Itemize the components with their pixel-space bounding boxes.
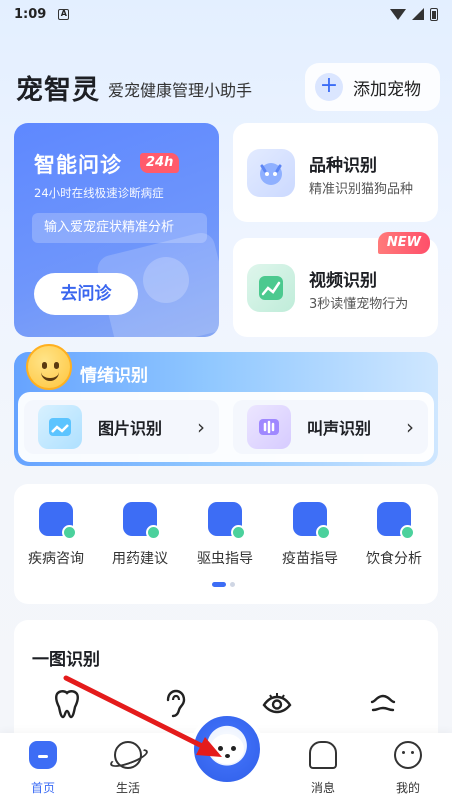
smiley-emoji-icon — [26, 344, 72, 390]
app-header: 宠智灵 爱宠健康管理小助手 + 添加宠物 — [16, 62, 440, 112]
dog-mascot-icon — [210, 734, 244, 764]
tool-medication[interactable]: 用药建议 — [98, 502, 182, 568]
consult-title: 智能问诊 — [34, 153, 122, 177]
ear-icon[interactable] — [157, 688, 191, 722]
emoji-mouth — [41, 372, 59, 381]
pill-calendar-icon — [123, 502, 161, 540]
app-title: 宠智灵 — [16, 74, 100, 106]
chat-plus-icon — [39, 502, 77, 540]
wifi-icon — [390, 8, 406, 20]
vaccine-house-icon — [293, 502, 331, 540]
image-recognition-label: 图片识别 — [98, 419, 163, 438]
pie-chart-illustration — [143, 257, 189, 303]
image-icon — [38, 405, 82, 449]
planet-icon — [114, 741, 142, 769]
page-dot-active — [212, 582, 226, 587]
video-subtitle: 3秒读懂宠物行为 — [309, 297, 409, 312]
emoji-eye-left — [42, 362, 47, 369]
image-recognition-button[interactable]: 图片识别 › — [24, 400, 219, 454]
signal-icon — [412, 8, 424, 20]
chevron-right-icon: › — [406, 415, 414, 439]
tool-label: 饮食分析 — [366, 551, 422, 567]
tooth-icon[interactable] — [50, 688, 84, 722]
page-dot — [230, 582, 235, 587]
tool-label: 驱虫指导 — [197, 551, 253, 567]
mascot-eye-right — [231, 746, 236, 751]
add-pet-button[interactable]: + 添加宠物 — [305, 63, 440, 111]
add-pet-label: 添加宠物 — [353, 79, 421, 100]
status-bar: 1:09 A — [0, 0, 452, 28]
bottle-icon — [208, 502, 246, 540]
chart-line-icon — [247, 264, 295, 312]
battery-icon — [430, 7, 438, 21]
status-time: 1:09 — [14, 6, 47, 22]
tool-diet[interactable]: 饮食分析 — [352, 502, 436, 568]
notification-icon: A — [58, 8, 70, 20]
new-badge: NEW — [377, 232, 430, 254]
tab-me[interactable]: 我的 — [378, 741, 438, 796]
tab-home[interactable]: 首页 — [13, 741, 73, 796]
emotion-title: 情绪识别 — [80, 366, 148, 386]
home-icon — [29, 741, 57, 769]
breed-title: 品种识别 — [309, 156, 377, 176]
video-recognition-card[interactable]: NEW 视频识别 3秒读懂宠物行为 — [233, 232, 438, 337]
plus-icon: + — [315, 73, 343, 101]
tab-home-label: 首页 — [30, 781, 55, 795]
status-icons — [390, 7, 438, 21]
mascot-nose — [225, 754, 230, 758]
skin-icon[interactable] — [366, 688, 400, 722]
breed-subtitle: 精准识别猫狗品种 — [309, 182, 414, 197]
consult-subtitle: 24小时在线极速诊断病症 — [34, 186, 164, 200]
mascot-eye-left — [218, 746, 223, 751]
sound-recognition-label: 叫声识别 — [307, 419, 372, 438]
chevron-right-icon: › — [197, 415, 205, 439]
go-consult-button[interactable]: 去问诊 — [34, 273, 138, 315]
emoji-eye-right — [54, 362, 59, 369]
tab-life[interactable]: 生活 — [98, 741, 158, 796]
tools-grid: 疾病咨询 用药建议 驱虫指导 疫苗指导 饮食分析 — [14, 484, 438, 604]
tool-label: 用药建议 — [112, 551, 168, 567]
page-indicator — [212, 582, 235, 587]
smart-consult-card[interactable]: 智能问诊 24h 24小时在线极速诊断病症 输入爱宠症状精准分析 去问诊 — [14, 123, 219, 337]
symptom-input-hint[interactable]: 输入爱宠症状精准分析 — [32, 213, 207, 243]
tool-label: 疾病咨询 — [28, 551, 84, 567]
one-pic-title: 一图识别 — [32, 650, 100, 670]
mascot-center-button[interactable] — [190, 712, 264, 786]
tool-disease-consult[interactable]: 疾病咨询 — [14, 502, 98, 568]
cat-face-icon — [247, 149, 295, 197]
tool-vaccine[interactable]: 疫苗指导 — [268, 502, 352, 568]
tab-messages-label: 消息 — [310, 781, 335, 795]
tool-label: 疫苗指导 — [282, 551, 338, 567]
video-title: 视频识别 — [309, 271, 377, 291]
eye-icon[interactable] — [260, 688, 294, 722]
diet-chart-icon — [377, 502, 415, 540]
breed-recognition-card[interactable]: 品种识别 精准识别猫狗品种 — [233, 123, 438, 222]
sound-recognition-button[interactable]: 叫声识别 › — [233, 400, 428, 454]
sound-wave-icon — [247, 405, 291, 449]
tab-messages[interactable]: 消息 — [293, 741, 353, 796]
24h-badge: 24h — [140, 153, 180, 173]
profile-face-icon — [394, 741, 422, 769]
bell-icon — [309, 741, 337, 769]
emotion-options: 图片识别 › 叫声识别 › — [18, 392, 434, 462]
tab-me-label: 我的 — [395, 781, 420, 795]
app-subtitle: 爱宠健康管理小助手 — [108, 81, 253, 100]
tool-deworming[interactable]: 驱虫指导 — [183, 502, 267, 568]
tab-life-label: 生活 — [115, 781, 140, 795]
